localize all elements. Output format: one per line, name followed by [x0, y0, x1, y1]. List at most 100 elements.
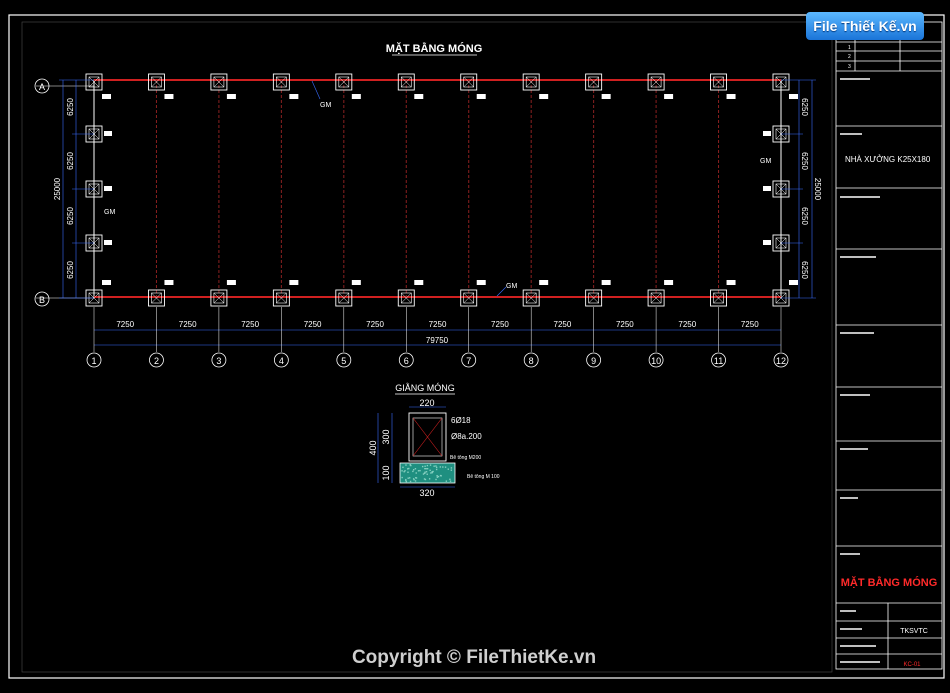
detail-rebar-label: 6Ø18 [451, 416, 471, 425]
footing-tag-b-4 [289, 280, 299, 285]
endwall-tag-right-3 [763, 240, 771, 245]
bay-dim-8: 7250 [554, 320, 572, 329]
footing-tag-a-4 [289, 94, 299, 99]
footing-tag-b-5 [351, 280, 361, 285]
footing-tag-b-2 [164, 280, 174, 285]
footing-tag-a-10 [664, 94, 674, 99]
footing-tag-a-5 [351, 94, 361, 99]
detail-height-total: 400 [368, 440, 378, 455]
axis-label-a: A [39, 82, 45, 92]
detail-stirrup-label: Ø8a.200 [451, 432, 482, 441]
revision-row-2: 2 [848, 54, 851, 60]
beam-tag-left: GM [104, 209, 115, 216]
detail-height-beam: 300 [381, 429, 391, 444]
footing-tag-a-3 [226, 94, 236, 99]
footing-tag-b-6 [414, 280, 424, 285]
axis-label-3: 3 [216, 356, 221, 366]
left-span-dim-4: 6250 [66, 261, 75, 279]
plan-title: MẶT BẰNG MÓNG [386, 42, 483, 55]
left-span-dim-3: 6250 [66, 207, 75, 225]
axis-label-11: 11 [714, 356, 723, 366]
endwall-tag-left-1 [104, 131, 112, 136]
axis-label-6: 6 [404, 356, 409, 366]
building-outline [93, 79, 782, 298]
column-grid [85, 73, 790, 307]
left-span-dim-2: 6250 [66, 152, 75, 170]
endwall-tag-right-1 [763, 131, 771, 136]
footing-tags [102, 94, 798, 285]
bay-dim-11: 7250 [741, 320, 759, 329]
right-span-dim-4: 6250 [800, 261, 809, 279]
inner-border [21, 21, 833, 673]
title-block-frame [835, 21, 943, 670]
scale-value: TKSVTC [900, 628, 928, 635]
bay-dim-6: 7250 [429, 320, 447, 329]
endwall-tag-left-2 [104, 186, 112, 191]
endwall-tag-right-2 [763, 186, 771, 191]
bay-dim-3: 7250 [241, 320, 259, 329]
footing-tag-a-1 [102, 94, 111, 99]
copyright-footer: Copyright © FileThietKe.vn [352, 647, 596, 668]
bay-dim-10: 7250 [678, 320, 696, 329]
footing-tag-b-10 [664, 280, 674, 285]
axis-label-4: 4 [279, 356, 284, 366]
axis-label-7: 7 [466, 356, 471, 366]
footing-tag-b-8 [539, 280, 549, 285]
footing-tag-a-9 [601, 94, 611, 99]
footing-tag-b-12 [789, 280, 798, 285]
bay-dim-1: 7250 [116, 320, 134, 329]
footing-tag-a-8 [539, 94, 549, 99]
axis-label-5: 5 [341, 356, 346, 366]
right-span-dim-3: 6250 [800, 207, 809, 225]
detail-lean-label: Bê tông M 100 [467, 474, 500, 480]
right-span-dim-1: 6250 [800, 98, 809, 116]
revision-row-1: 1 [848, 45, 851, 51]
axis-label-b: B [39, 295, 45, 305]
left-total-dim: 25000 [53, 177, 62, 200]
axis-label-9: 9 [591, 356, 596, 366]
end-wall-columns [85, 125, 790, 252]
axis-label-1: 1 [91, 356, 96, 366]
beam-tag-bottom: GM [506, 283, 517, 290]
axis-label-2: 2 [154, 356, 159, 366]
bay-dim-4: 7250 [304, 320, 322, 329]
endwall-tag-left-3 [104, 240, 112, 245]
bay-dim-5: 7250 [366, 320, 384, 329]
sheet-number: KC-01 [903, 662, 921, 668]
footing-tag-a-6 [414, 94, 424, 99]
bay-dim-2: 7250 [179, 320, 197, 329]
detail-title: GIẰNG MÓNG [395, 383, 455, 393]
sheet-title: MẶT BẰNG MÓNG [841, 576, 938, 589]
detail-concrete-label: Bê tông M200 [450, 455, 481, 461]
right-span-dim-2: 6250 [800, 152, 809, 170]
bay-dimensions: 7250 7250 7250 7250 7250 7250 7250 7250 7250 7250… [116, 320, 759, 329]
right-total-dim: 25000 [813, 178, 822, 201]
left-span-dim-1: 6250 [66, 98, 75, 116]
bay-dim-9: 7250 [616, 320, 634, 329]
footing-tag-a-12 [789, 94, 798, 99]
axis-label-12: 12 [776, 356, 786, 366]
detail-width-bottom: 320 [419, 488, 434, 498]
beam-tag-leader-bottom [496, 286, 507, 297]
axis-label-10: 10 [651, 356, 661, 366]
beam-tag-right: GM [760, 158, 771, 165]
detail-height-lean: 100 [381, 465, 391, 480]
beam-tag-leader-top [311, 80, 321, 100]
total-length-dim: 79750 [426, 336, 449, 345]
title-block-labels [840, 32, 919, 663]
site-logo[interactable]: File Thiết Kế.vn [806, 12, 924, 40]
bay-dim-7: 7250 [491, 320, 509, 329]
project-name: NHÀ XƯỞNG K25X180 [845, 155, 931, 164]
right-dimension-lines [781, 79, 816, 299]
revision-row-3: 3 [848, 64, 851, 70]
left-dimension-lines [59, 79, 94, 299]
footing-tag-b-1 [102, 280, 111, 285]
beam-tag-top: GM [320, 102, 331, 109]
foundation-plan-drawing: MẶT BẰNG MÓNG A B 6250 6250 6250 6250 25… [8, 14, 945, 679]
logo-text: File Thiết Kế.vn [813, 18, 917, 34]
footing-tag-b-9 [601, 280, 611, 285]
detail-width-top: 220 [419, 398, 434, 408]
footing-tag-b-11 [726, 280, 736, 285]
footing-tag-a-7 [476, 94, 486, 99]
axis-label-8: 8 [529, 356, 534, 366]
